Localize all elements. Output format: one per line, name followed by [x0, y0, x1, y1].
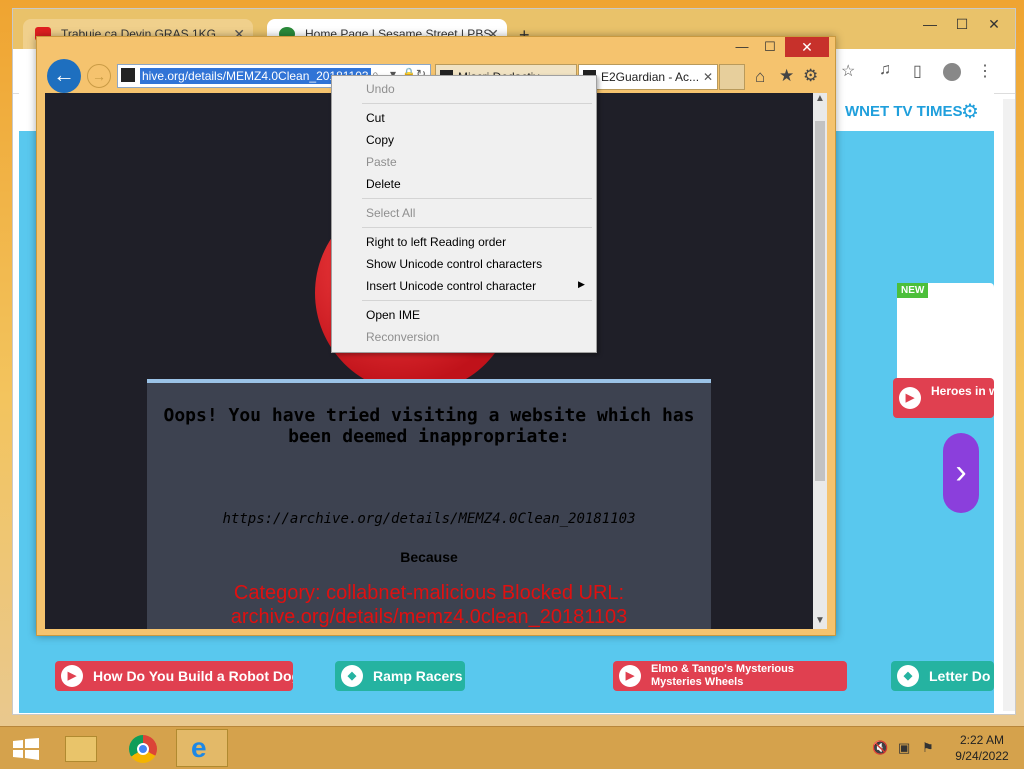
action-center-icon[interactable]: ⚑	[922, 740, 934, 756]
folder-icon	[65, 736, 97, 762]
menu-item-rtl-reading[interactable]: Right to left Reading order	[366, 231, 506, 253]
bookmark-star-icon[interactable]: ☆	[841, 61, 855, 81]
favorites-star-icon[interactable]: ★	[779, 66, 794, 86]
menu-separator	[362, 103, 592, 104]
new-badge: NEW	[897, 283, 929, 298]
clock-time[interactable]: 2:22 AM	[950, 733, 1014, 747]
menu-item-paste: Paste	[366, 155, 397, 169]
pbs-card-label: Letter Do	[929, 668, 991, 684]
menu-separator	[362, 227, 592, 228]
chrome-logo-center	[137, 743, 149, 755]
speaker-muted-icon[interactable]: 🔇	[872, 740, 888, 756]
pbs-card-label: Ramp Racers	[373, 668, 463, 684]
profile-avatar-icon[interactable]	[943, 63, 961, 81]
context-menu: Undo Cut Copy Paste Delete Select All Ri…	[331, 75, 597, 353]
pbs-card-robot-dog[interactable]: ▶ How Do You Build a Robot Dog	[55, 661, 293, 691]
menu-item-select-all: Select All	[366, 206, 416, 220]
menu-item-reconversion: Reconversion	[366, 330, 440, 344]
play-icon: ▶	[619, 665, 641, 687]
chrome-close-button[interactable]: ✕	[977, 13, 1011, 35]
menu-separator	[362, 300, 592, 301]
ie-close-button[interactable]: ✕	[785, 37, 829, 57]
settings-gear-icon[interactable]: ⚙	[961, 99, 979, 124]
menu-item-copy[interactable]: Copy	[366, 129, 394, 151]
network-icon[interactable]: ▣	[898, 740, 910, 756]
pbs-card-ramp-racers[interactable]: ◆ Ramp Racers	[335, 661, 465, 691]
submenu-arrow-icon: ▶	[578, 279, 585, 289]
chrome-taskbar-button[interactable]	[116, 729, 168, 767]
clock-date[interactable]: 9/24/2022	[950, 749, 1014, 763]
menu-item-open-ime[interactable]: Open IME	[366, 304, 420, 326]
because-label: Because	[400, 549, 458, 565]
ie-maximize-button[interactable]: ☐	[757, 37, 783, 57]
chrome-minimize-button[interactable]: —	[913, 13, 947, 35]
scroll-up-icon[interactable]: ▲	[815, 93, 825, 104]
chrome-maximize-button[interactable]: ☐	[945, 13, 979, 35]
blocked-url: https://archive.org/details/MEMZ4.0Clean…	[222, 511, 636, 527]
ie-taskbar-button[interactable]: e	[176, 729, 228, 767]
carousel-next-button[interactable]: ›	[943, 433, 979, 513]
back-arrow-icon[interactable]: ←	[47, 59, 81, 93]
forward-arrow-icon[interactable]: →	[87, 64, 111, 88]
side-panel-icon[interactable]: ▯	[913, 61, 922, 81]
ie-logo-icon: e	[191, 732, 207, 763]
scroll-down-icon[interactable]: ▼	[815, 615, 825, 626]
wnet-link[interactable]: WNET TV TIMES	[845, 103, 963, 120]
windows-logo-icon	[13, 738, 39, 760]
gamepad-icon: ◆	[897, 665, 919, 687]
ie-scrollbar[interactable]: ▲ ▼	[813, 93, 827, 629]
pbs-card-elmo-tango[interactable]: ▶ Elmo & Tango's Mysterious Mysteries Wh…	[613, 661, 847, 691]
ie-new-tab-button[interactable]	[719, 64, 745, 90]
menu-item-undo: Undo	[366, 82, 395, 96]
play-icon: ▶	[61, 665, 83, 687]
media-controls-icon[interactable]: ♫	[879, 61, 891, 79]
menu-item-cut[interactable]: Cut	[366, 107, 385, 129]
menu-item-insert-unicode[interactable]: Insert Unicode control character	[366, 275, 536, 297]
pbs-card-label: How Do You Build a Robot Dog	[93, 668, 293, 684]
pbs-card-label: Heroes in with Jon B	[931, 384, 994, 398]
blocked-message-panel: Oops! You have tried visiting a website …	[147, 379, 711, 629]
ie-tab-e2guardian[interactable]: E2Guardian - Ac... ✕	[578, 64, 718, 90]
pbs-card-letter[interactable]: ◆ Letter Do	[891, 661, 994, 691]
ie-scrollbar-thumb[interactable]	[815, 121, 825, 481]
gamepad-icon: ◆	[341, 665, 363, 687]
blocked-category: Category: collabnet-malicious Blocked UR…	[230, 582, 628, 628]
start-button[interactable]	[0, 729, 52, 767]
ie-tab-label: E2Guardian - Ac...	[601, 70, 700, 84]
archive-site-icon	[121, 68, 135, 82]
chrome-menu-icon[interactable]: ⋮	[977, 61, 993, 81]
play-icon: ▶	[899, 387, 921, 409]
blocked-heading: Oops! You have tried visiting a website …	[163, 405, 695, 447]
tools-gear-icon[interactable]: ⚙	[803, 66, 818, 86]
menu-item-show-unicode[interactable]: Show Unicode control characters	[366, 253, 542, 275]
menu-separator	[362, 198, 592, 199]
pbs-card-heroes[interactable]: ▶ Heroes in with Jon B	[893, 378, 994, 418]
file-explorer-button[interactable]	[54, 729, 106, 767]
pbs-card-label: Elmo & Tango's Mysterious Mysteries Whee…	[651, 663, 794, 688]
ie-minimize-button[interactable]: —	[729, 37, 755, 57]
tab-close-icon[interactable]: ✕	[703, 65, 713, 89]
home-icon[interactable]: ⌂	[755, 67, 765, 87]
taskbar: e 🔇 ▣ ⚑ 2:22 AM 9/24/2022	[0, 726, 1024, 769]
menu-item-delete[interactable]: Delete	[366, 173, 401, 195]
chrome-scrollbar[interactable]	[1003, 99, 1015, 711]
